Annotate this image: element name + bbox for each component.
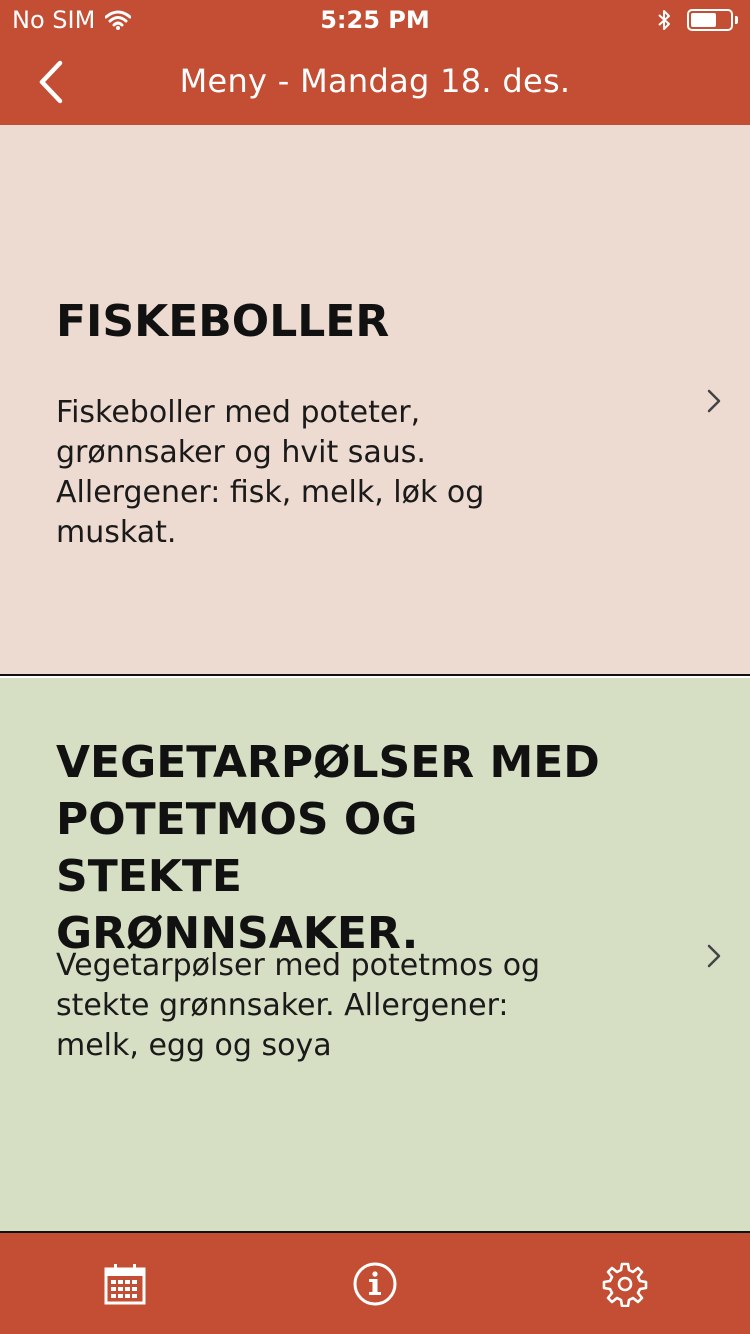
menu-list: FISKEBOLLER Fiskeboller med poteter, grø…: [0, 125, 750, 1233]
battery-icon: [687, 9, 733, 31]
menu-item-fiskeboller[interactable]: FISKEBOLLER Fiskeboller med poteter, grø…: [0, 125, 750, 676]
tab-bar: [0, 1233, 750, 1334]
battery-tip: [735, 16, 738, 24]
status-bar: No SIM 5:25 PM: [0, 0, 750, 40]
status-right: [657, 8, 738, 32]
settings-icon: [602, 1262, 648, 1307]
screen: No SIM 5:25 PM Meny - Mandag 18. des. FI…: [0, 0, 750, 1334]
menu-item-description: Vegetarpølser med potetmos og stekte grø…: [56, 948, 541, 1063]
chevron-right-icon: [707, 944, 721, 968]
menu-item-description: Fiskeboller med poteter, grønnsaker og h…: [56, 395, 485, 550]
menu-item-title: VEGETARPØLSER MED POTETMOS OG STEKTE GRØ…: [56, 737, 600, 959]
menu-item-vegetarpolser[interactable]: VEGETARPØLSER MED POTETMOS OG STEKTE GRØ…: [0, 678, 750, 1233]
navigation-bar: Meny - Mandag 18. des.: [0, 40, 750, 125]
tab-calendar[interactable]: [0, 1233, 250, 1334]
header: No SIM 5:25 PM Meny - Mandag 18. des.: [0, 0, 750, 125]
tab-settings[interactable]: [500, 1233, 750, 1334]
tab-info[interactable]: [250, 1233, 500, 1334]
battery-level: [691, 13, 717, 27]
chevron-right-icon: [707, 389, 721, 413]
calendar-icon: [104, 1263, 146, 1304]
page-title: Meny - Mandag 18. des.: [179, 62, 571, 100]
info-icon: [353, 1262, 397, 1305]
menu-item-title: FISKEBOLLER: [56, 296, 390, 347]
bluetooth-icon: [658, 10, 670, 30]
status-time: 5:25 PM: [320, 6, 430, 34]
